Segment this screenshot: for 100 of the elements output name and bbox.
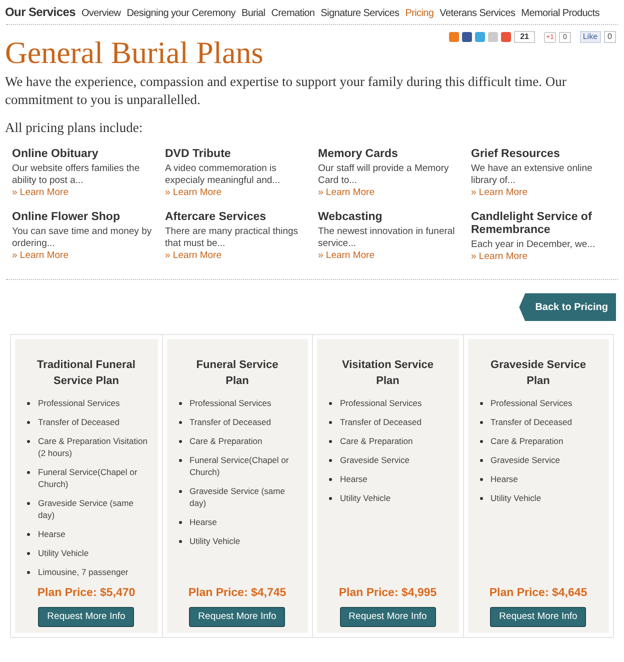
page-title: General Burial Plans [5, 36, 264, 70]
nav-link[interactable]: Designing your Ceremony [126, 6, 236, 21]
share-count: 21 [514, 31, 535, 43]
nav-link[interactable]: Veterans Services [440, 6, 516, 21]
plan-price: Plan Price: $4,745 [188, 586, 286, 601]
nav-link[interactable]: Signature Services [320, 6, 400, 21]
plan-feature: Utility Vehicle [190, 535, 240, 548]
learn-more-link[interactable]: » Learn More [12, 187, 153, 200]
feature-description: There are many practical things that must be... [165, 226, 300, 250]
feature-title: Grief Resources [471, 148, 561, 162]
plan-feature: Transfer of Deceased [38, 416, 120, 428]
bullet-icon [178, 402, 182, 406]
request-info-button[interactable]: Request More Info [340, 607, 436, 628]
nav-link[interactable]: Pricing [405, 6, 434, 21]
nav-link[interactable]: Burial [241, 6, 266, 21]
learn-more-link[interactable]: » Learn More [318, 250, 459, 262]
feature-title: Candlelight Service of Remembrance [471, 211, 593, 238]
bullet-icon [27, 471, 30, 474]
back-button[interactable]: Back to Pricing [519, 293, 616, 322]
plan-title: Funeral Service Plan [195, 358, 280, 390]
bullet-icon [329, 497, 332, 500]
feature-description: Each year in December, we... [471, 239, 596, 252]
plan-feature: Hearse [38, 528, 66, 540]
plan-feature: Professional Services [340, 397, 422, 410]
feature-title: Aftercare Services [165, 211, 268, 224]
feature-title: Online Flower Shop [12, 211, 121, 224]
bullet-icon [178, 459, 182, 462]
bullet-icon [178, 440, 182, 444]
nav-link[interactable]: Overview [81, 6, 121, 21]
plan-feature: Care & Preparation [340, 435, 413, 448]
plan-feature: Hearse [340, 473, 368, 486]
plan-price: Plan Price: $5,470 [37, 586, 136, 601]
feature-title: DVD Tribute [165, 148, 232, 162]
feature-title: Memory Cards [318, 148, 399, 162]
bullet-icon [480, 497, 482, 500]
bullet-icon [329, 421, 332, 424]
feature-description: A video commemoration is expecialy meaningful and... [165, 163, 282, 188]
nav-link[interactable]: Cremation [271, 6, 315, 21]
plan-feature: Graveside Service [340, 454, 410, 466]
bullet-icon [27, 402, 30, 406]
learn-more-link[interactable]: » Learn More [12, 250, 153, 262]
bullet-icon [27, 533, 30, 536]
nav-link[interactable]: Memorial Products [521, 6, 600, 21]
feature-description: You can save time and money by ordering... [12, 226, 153, 250]
plan-feature: Professional Services [490, 397, 572, 410]
section-label: All pricing plans include: [5, 119, 144, 137]
learn-more-link[interactable]: » Learn More [471, 251, 612, 264]
plan-feature: Utility Vehicle [38, 547, 89, 560]
feature-title: Webcasting [318, 211, 384, 224]
plan-feature: Care & Preparation [490, 435, 564, 448]
bullet-icon [178, 521, 182, 524]
plan-title: Graveside Service Plan [490, 358, 587, 390]
bullet-icon [480, 459, 482, 462]
plan-price: Plan Price: $4,645 [489, 586, 588, 601]
plan-price: Plan Price: $4,995 [338, 586, 437, 601]
bullet-icon [329, 459, 332, 462]
plan-feature: Hearse [190, 516, 217, 528]
bullet-icon [27, 421, 30, 424]
section-title: Our Services [5, 4, 76, 21]
bullet-icon [178, 421, 182, 424]
bullet-icon [178, 540, 182, 544]
plan-feature: Transfer of Deceased [190, 416, 271, 428]
plan-title: Traditional Funeral Service Plan [36, 358, 136, 390]
bullet-icon [329, 402, 332, 406]
bullet-icon [480, 478, 482, 482]
bullet-icon [329, 440, 332, 444]
plan-feature: Limousine, 7 passenger [38, 566, 128, 578]
bullet-icon [480, 440, 482, 444]
learn-more-link[interactable]: » Learn More [471, 187, 612, 200]
bullet-icon [27, 440, 30, 444]
plan-feature: Graveside Service (same day) [190, 485, 286, 510]
plan-feature: Professional Services [190, 397, 272, 410]
bullet-icon [27, 571, 30, 574]
plan-feature: Transfer of Deceased [490, 416, 572, 428]
feature-title: Online Obituary [12, 148, 100, 162]
bullet-icon [27, 502, 30, 506]
plan-feature: Professional Services [38, 397, 120, 410]
plan-feature: Utility Vehicle [340, 492, 391, 504]
like-button[interactable]: Like [580, 31, 601, 43]
request-info-button[interactable]: Request More Info [38, 607, 134, 628]
plan-feature: Care & Preparation [190, 435, 262, 448]
bullet-icon [27, 552, 30, 556]
bullet-icon [329, 478, 332, 482]
bullet-icon [480, 402, 482, 406]
plan-feature: Hearse [490, 473, 518, 486]
feature-description: We have an extensive online library of... [471, 163, 594, 188]
plan-feature: Care & Preparation Visitation (2 hours) [38, 435, 148, 460]
feature-description: Our staff will provide a Memory Card to... [318, 163, 450, 188]
plan-feature: Transfer of Deceased [340, 416, 422, 428]
learn-more-link[interactable]: » Learn More [318, 187, 459, 200]
plan-feature: Utility Vehicle [490, 492, 542, 504]
learn-more-link[interactable]: » Learn More [165, 250, 306, 262]
bullet-icon [178, 490, 182, 494]
intro-paragraph: We have the experience, compassion and expertise to support your family during this difficult time. Our commitment to you is unparallelled. [5, 73, 568, 109]
plan-feature: Graveside Service [490, 454, 560, 466]
like-count: 0 [604, 31, 616, 43]
request-info-button[interactable]: Request More Info [189, 607, 286, 628]
feature-description: The newest innovation in funeral service... [318, 226, 456, 250]
learn-more-link[interactable]: » Learn More [165, 187, 306, 200]
request-info-button[interactable]: Request More Info [490, 607, 586, 628]
